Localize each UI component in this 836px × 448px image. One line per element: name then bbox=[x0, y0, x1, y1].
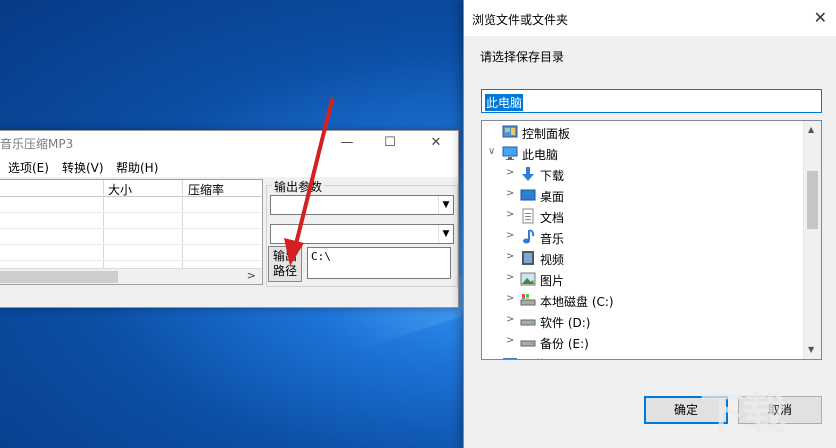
red-arrow-annotation bbox=[284, 98, 334, 266]
arrow-shaft bbox=[294, 98, 334, 246]
arrow-head bbox=[284, 238, 304, 266]
